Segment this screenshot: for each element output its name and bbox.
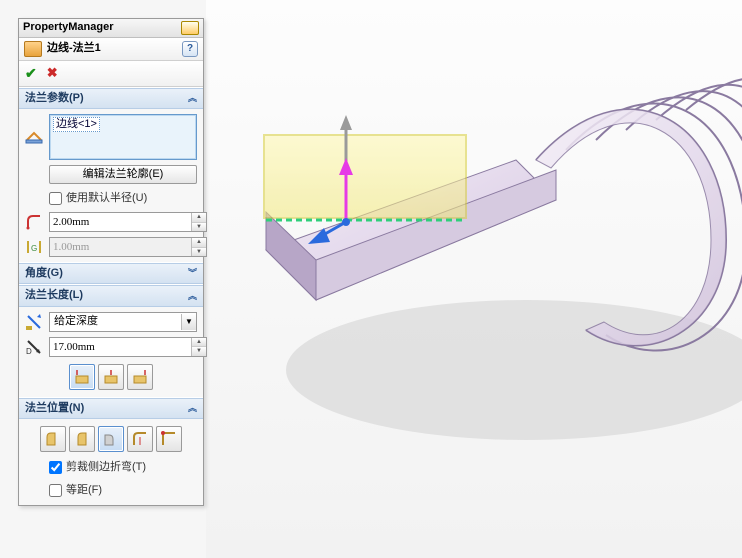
edit-flange-profile-button[interactable]: 编辑法兰轮廓(E) [49, 165, 197, 184]
trim-side-bends-checkbox[interactable]: 剪裁侧边折弯(T) [49, 461, 146, 474]
section-angle: 角度(G) ︾ [19, 262, 203, 284]
end-condition-icon[interactable] [25, 313, 43, 331]
depth-icon: D [25, 338, 43, 356]
section-header-length[interactable]: 法兰长度(L) ︽ [19, 285, 203, 306]
length-tangent-button[interactable] [127, 364, 153, 390]
pos-material-outside-button[interactable] [69, 426, 95, 452]
pos-offset-button[interactable] [127, 426, 153, 452]
end-condition-combo[interactable]: 给定深度 ▼ [49, 312, 197, 332]
flange-depth-input[interactable]: ▲▼ [49, 337, 207, 357]
svg-text:D: D [26, 347, 32, 356]
section-flange-length: 法兰长度(L) ︽ 给定深度 ▼ D [19, 284, 203, 396]
position-option-buttons [25, 424, 197, 454]
spinner[interactable]: ▲▼ [191, 338, 206, 356]
edge-selection-list[interactable]: 边线<1> [49, 114, 197, 160]
chevron-up-icon: ︽ [188, 93, 197, 104]
pin-icon[interactable] [181, 21, 199, 35]
gap-distance-input: ▲▼ [49, 237, 207, 257]
edge-flange-icon [24, 41, 42, 57]
offset-checkbox[interactable]: 等距(F) [49, 484, 102, 497]
app-root: PropertyManager 边线-法兰1 ? ✔ ✖ 法兰参数(P) ︽ [0, 0, 742, 558]
feature-header: 边线-法兰1 ? [19, 38, 203, 61]
pos-material-inside-button[interactable] [40, 426, 66, 452]
pm-titlebar: PropertyManager [19, 19, 203, 38]
model-3d [206, 0, 742, 558]
help-button[interactable]: ? [182, 41, 198, 57]
section-header-angle[interactable]: 角度(G) ︾ [19, 263, 203, 284]
pos-bend-outside-button[interactable] [98, 426, 124, 452]
length-option-buttons [25, 362, 197, 392]
use-default-radius-checkbox[interactable]: 使用默认半径(U) [49, 192, 147, 205]
property-manager-panel: PropertyManager 边线-法兰1 ? ✔ ✖ 法兰参数(P) ︽ [18, 18, 204, 506]
spinner[interactable]: ▲▼ [191, 213, 206, 231]
section-flange-params: 法兰参数(P) ︽ 边线<1> 编辑法兰轮廓(E) [19, 87, 203, 262]
graphics-viewport[interactable] [206, 0, 742, 558]
bend-radius-input[interactable]: ▲▼ [49, 212, 207, 232]
bend-radius-icon [25, 213, 43, 231]
length-outer-button[interactable] [69, 364, 95, 390]
edges-icon [25, 128, 43, 146]
pm-title: PropertyManager [23, 21, 113, 34]
svg-text:G: G [31, 244, 37, 253]
flange-preview-plane [264, 135, 466, 220]
chevron-up-icon: ︽ [188, 291, 197, 302]
chevron-down-icon[interactable]: ▼ [181, 314, 196, 330]
chevron-up-icon: ︽ [188, 403, 197, 414]
edge-item[interactable]: 边线<1> [53, 117, 100, 132]
pos-virtual-sharp-button[interactable] [156, 426, 182, 452]
length-inner-button[interactable] [98, 364, 124, 390]
confirm-row: ✔ ✖ [19, 61, 203, 87]
chevron-down-icon: ︾ [188, 268, 197, 279]
cancel-button[interactable]: ✖ [47, 65, 58, 82]
section-header-params[interactable]: 法兰参数(P) ︽ [19, 88, 203, 109]
ok-button[interactable]: ✔ [25, 65, 37, 82]
gap-distance-icon: G [25, 238, 43, 256]
section-header-position[interactable]: 法兰位置(N) ︽ [19, 398, 203, 419]
feature-name: 边线-法兰1 [47, 42, 101, 55]
section-flange-position: 法兰位置(N) ︽ 剪裁侧边折弯(T) [19, 397, 203, 505]
